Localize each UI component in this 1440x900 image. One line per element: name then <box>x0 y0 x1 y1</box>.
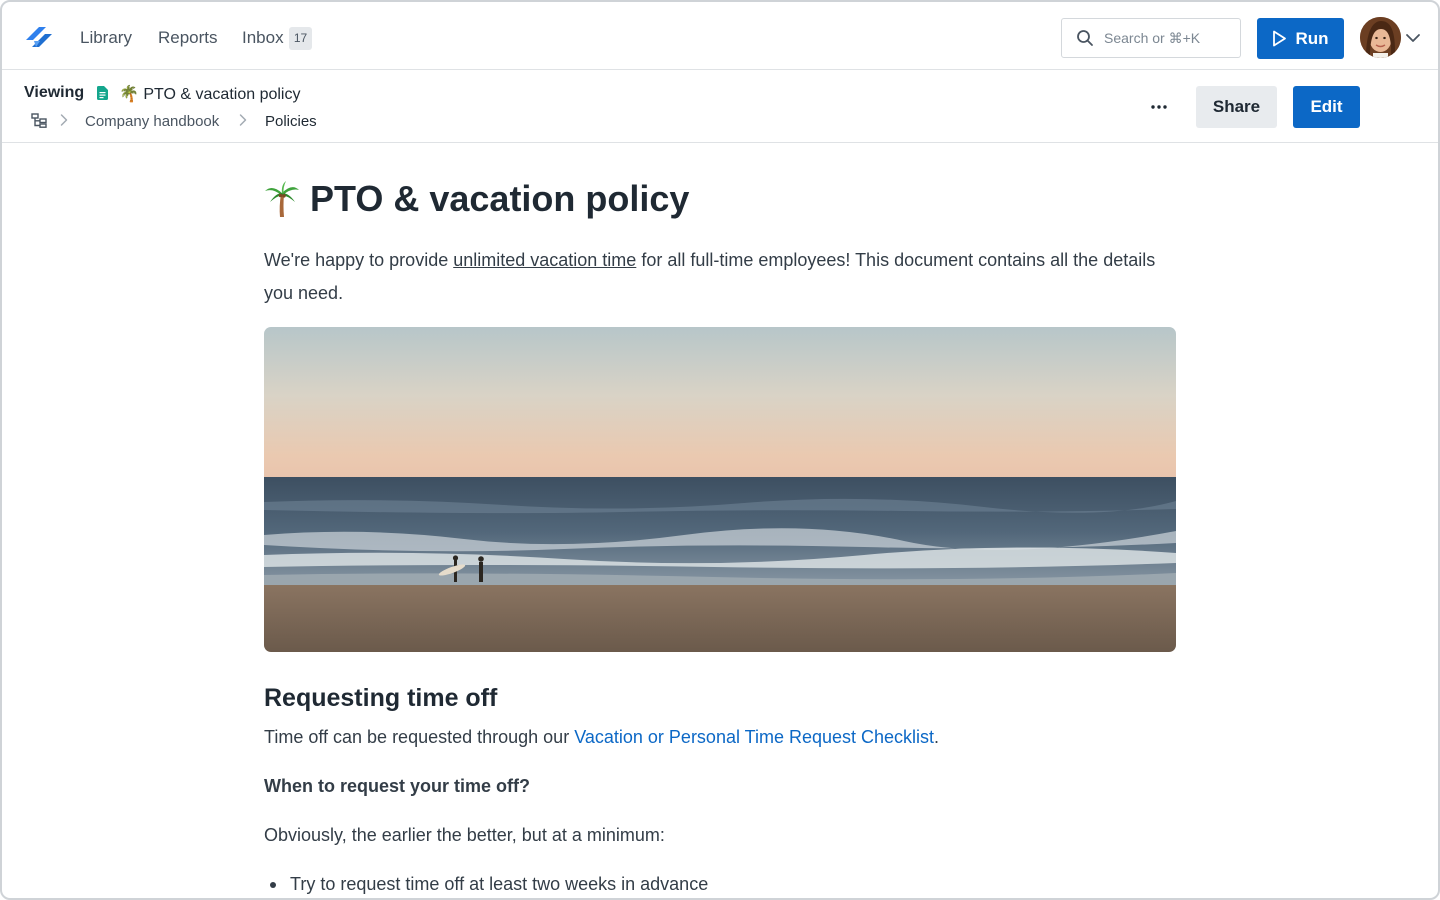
run-label: Run <box>1295 28 1329 48</box>
search-box[interactable] <box>1061 18 1241 58</box>
edit-button[interactable]: Edit <box>1293 86 1360 128</box>
viewing-label: Viewing <box>24 84 85 101</box>
logo-icon[interactable] <box>24 23 56 55</box>
nav-reports-link[interactable]: Reports <box>158 28 218 48</box>
search-input[interactable] <box>1104 30 1234 46</box>
breadcrumb-company-handbook[interactable]: Company handbook <box>85 113 219 130</box>
top-nav: Library Reports Inbox 17 Run <box>2 2 1438 70</box>
palm-tree-icon <box>265 181 299 217</box>
inbox-count-badge: 17 <box>289 27 312 50</box>
request-text-before: Time off can be requested through our <box>264 727 575 747</box>
request-text-after: . <box>934 727 940 747</box>
more-icon <box>1151 105 1167 109</box>
bullet-dot <box>270 881 276 888</box>
beach-hero-image <box>264 327 1176 652</box>
unlimited-vacation-link[interactable]: unlimited vacation time <box>453 250 636 270</box>
share-button[interactable]: Share <box>1196 86 1277 128</box>
chevron-down-icon[interactable] <box>1405 30 1421 46</box>
doc-title-breadcrumb[interactable]: 🌴 PTO & vacation policy <box>119 84 300 104</box>
page-title: PTO & vacation policy <box>264 178 689 220</box>
list-item-text: Try to request time off at least two wee… <box>290 874 709 894</box>
intro-text-before: We're happy to provide <box>264 250 454 270</box>
avatar-image <box>1360 17 1401 58</box>
page-title-text: PTO & vacation policy <box>310 178 690 219</box>
request-paragraph: Time off can be requested through our Va… <box>264 727 939 748</box>
section-heading: Requesting time off <box>264 684 498 712</box>
subheading: When to request your time off? <box>264 776 531 796</box>
doc-header: Viewing 🌴 PTO & vacation policy Company … <box>2 71 1438 143</box>
minimum-paragraph: Obviously, the earlier the better, but a… <box>264 825 665 845</box>
request-checklist-link[interactable]: Vacation or Personal Time Request Checkl… <box>574 727 934 747</box>
list-item: Try to request time off at least two wee… <box>264 874 708 895</box>
nav-library-link[interactable]: Library <box>80 28 132 48</box>
breadcrumb-policies[interactable]: Policies <box>265 113 317 130</box>
chevron-right-icon <box>239 114 247 126</box>
nav-inbox-link[interactable]: Inbox <box>242 28 284 48</box>
intro-paragraph: We're happy to provide unlimited vacatio… <box>264 244 1164 310</box>
app-window: Library Reports Inbox 17 Run <box>0 0 1440 900</box>
more-options-button[interactable] <box>1144 96 1174 118</box>
play-icon <box>1273 30 1287 47</box>
tree-icon[interactable] <box>31 113 48 128</box>
avatar[interactable] <box>1360 17 1401 58</box>
run-button[interactable]: Run <box>1257 18 1344 59</box>
search-icon <box>1077 30 1093 46</box>
chevron-right-icon <box>60 114 68 126</box>
doc-icon <box>97 86 108 100</box>
